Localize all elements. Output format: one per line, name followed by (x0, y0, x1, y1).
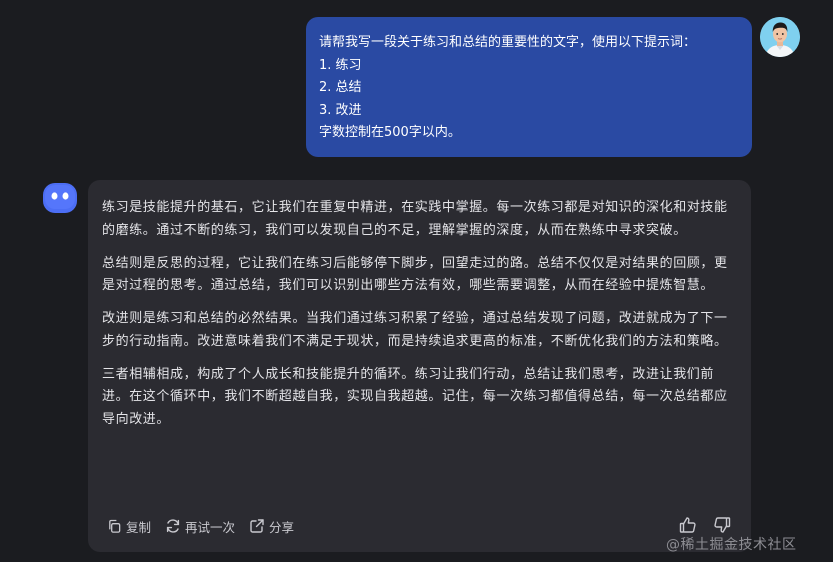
share-button[interactable]: 分享 (249, 517, 294, 536)
user-message-line: 3. 改进 (319, 102, 362, 118)
user-avatar[interactable] (760, 17, 800, 57)
copy-label: 复制 (126, 519, 152, 535)
user-message-line: 请帮我写一段关于练习和总结的重要性的文字，使用以下提示词： (319, 35, 697, 50)
response-paragraph: 改进则是练习和总结的必然结果。当我们通过练习积累了经验，通过总结发现了问题，改进… (102, 311, 728, 349)
refresh-icon (165, 518, 181, 534)
copy-button[interactable]: 复制 (107, 517, 151, 536)
response-actions: 复制 再试一次 分享 (107, 515, 294, 537)
chat-page: 请帮我写一段关于练习和总结的重要性的文字，使用以下提示词： 1. 练习 2. 总… (0, 0, 833, 562)
user-message-bubble: 请帮我写一段关于练习和总结的重要性的文字，使用以下提示词： 1. 练习 2. 总… (306, 17, 752, 157)
assistant-response-card: 练习是技能提升的基石，它让我们在重复中精进，在实践中掌握。每一次练习都是对知识的… (88, 180, 751, 552)
user-message-line: 字数控制在500字以内。 (319, 125, 461, 140)
assistant-avatar (43, 183, 77, 213)
share-label: 分享 (269, 519, 295, 535)
watermark: @稀土掘金技术社区 (666, 537, 797, 553)
response-paragraph: 总结则是反思的过程，它让我们在练习后能够停下脚步，回望走过的路。总结不仅仅是对结… (102, 255, 728, 294)
share-icon (249, 518, 265, 534)
user-message-line: 1. 练习 (319, 57, 362, 73)
response-paragraph: 练习是技能提升的基石，它让我们在重复中精进，在实践中掌握。每一次练习都是对知识的… (102, 200, 728, 238)
copy-icon (107, 519, 122, 534)
regenerate-button[interactable]: 再试一次 (165, 517, 235, 536)
regenerate-label: 再试一次 (185, 519, 236, 535)
user-message-line: 2. 总结 (319, 80, 362, 95)
response-paragraph: 三者相辅相成，构成了个人成长和技能提升的循环。练习让我们行动，总结让我们思考，改… (102, 366, 728, 427)
